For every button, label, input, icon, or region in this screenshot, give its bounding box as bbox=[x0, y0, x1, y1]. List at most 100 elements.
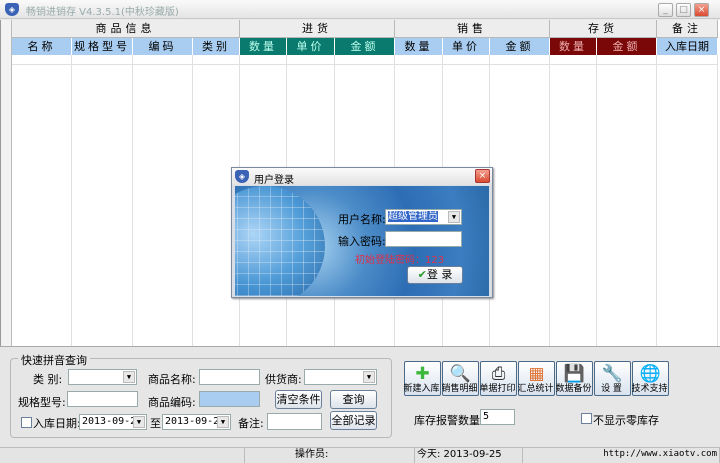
toolbar-button-label: 销售明细 bbox=[441, 384, 478, 394]
row-header-gutter bbox=[1, 20, 12, 346]
column-header[interactable]: 类别 bbox=[193, 38, 240, 55]
toolbar-button-label: 单据打印 bbox=[479, 384, 516, 394]
wrench-icon: 🔧 bbox=[601, 364, 624, 384]
status-segment-empty bbox=[0, 447, 245, 463]
note-input[interactable] bbox=[267, 413, 322, 430]
table-row[interactable] bbox=[12, 64, 718, 65]
column-group-header: 销售 bbox=[395, 20, 550, 38]
column-header[interactable]: 入库日期 bbox=[657, 38, 718, 55]
login-button[interactable]: ✔登 录 bbox=[407, 266, 463, 284]
column-header[interactable]: 数量 bbox=[240, 38, 287, 55]
minimize-button[interactable]: _ bbox=[658, 3, 673, 17]
app-logo-icon: ◈ bbox=[235, 170, 249, 183]
query-button[interactable]: 查询 bbox=[330, 390, 377, 409]
column-header[interactable]: 编码 bbox=[133, 38, 193, 55]
alert-quantity-label: 库存报警数量: bbox=[414, 414, 484, 427]
globe-image bbox=[235, 186, 325, 296]
chevron-down-icon[interactable]: ▼ bbox=[217, 416, 229, 428]
name-label: 商品名称: bbox=[148, 373, 196, 386]
hide-zero-stock-checkbox[interactable] bbox=[581, 413, 592, 424]
search-group-title: 快速拼音查询 bbox=[18, 352, 90, 368]
spec-input[interactable] bbox=[67, 391, 138, 407]
date-from-picker[interactable]: 2013-09-25 ▼ bbox=[79, 414, 147, 430]
column-header[interactable]: 单价 bbox=[287, 38, 335, 55]
toolbar-button-label: 数据备份 bbox=[555, 384, 592, 394]
column-header[interactable]: 金额 bbox=[490, 38, 550, 55]
column-header[interactable]: 数量 bbox=[550, 38, 597, 55]
toolbar-button-plus[interactable]: ✚ 新建入库 bbox=[403, 361, 441, 396]
close-button[interactable]: × bbox=[694, 3, 709, 17]
column-divider bbox=[549, 55, 550, 346]
initial-password-hint: 初始登陆密码：123 bbox=[355, 255, 445, 266]
chevron-down-icon[interactable]: ▼ bbox=[123, 371, 135, 383]
operator-status: 操作员: bbox=[245, 447, 415, 463]
column-divider bbox=[132, 55, 133, 346]
name-input[interactable] bbox=[199, 369, 260, 385]
column-divider bbox=[656, 55, 657, 346]
chevron-down-icon[interactable]: ▼ bbox=[363, 371, 375, 383]
column-group-header: 进货 bbox=[240, 20, 395, 38]
website-link[interactable]: http://www.xiaotv.com bbox=[523, 447, 720, 463]
toolbar-button-label: 新建入库 bbox=[403, 384, 440, 394]
login-button-label: 登 录 bbox=[426, 268, 453, 281]
column-header[interactable]: 规格型号 bbox=[72, 38, 133, 55]
date-label: 入库日期: bbox=[33, 417, 81, 430]
code-label: 商品编码: bbox=[148, 396, 196, 409]
spec-label: 规格型号: bbox=[18, 396, 66, 409]
toolbar-button-printer[interactable]: ⎙ 单据打印 bbox=[479, 361, 517, 396]
title-bar: ◈ 畅销进销存 V4.3.5.1(中秋珍藏版) _ □ × bbox=[0, 0, 720, 19]
login-dialog-title: 用户登录 bbox=[254, 175, 294, 186]
username-select[interactable]: 超级管理员 ▼ bbox=[385, 209, 462, 225]
password-input[interactable] bbox=[385, 231, 462, 247]
column-header[interactable]: 数量 bbox=[395, 38, 443, 55]
column-header[interactable]: 单价 bbox=[443, 38, 490, 55]
column-divider bbox=[717, 55, 718, 346]
toolbar-button-calendar[interactable]: ▦ 汇总统计 bbox=[517, 361, 555, 396]
checkmark-icon: ✔ bbox=[417, 268, 427, 281]
column-group-header: 存货 bbox=[550, 20, 657, 38]
hide-zero-stock-label: 不显示零库存 bbox=[593, 414, 659, 427]
column-group-header: 商品信息 bbox=[12, 20, 240, 38]
today-status: 今天: 2013-09-25 bbox=[415, 447, 523, 463]
chevron-down-icon[interactable]: ▼ bbox=[133, 416, 145, 428]
alert-quantity-input[interactable]: 5 bbox=[480, 409, 515, 425]
to-label: 至 bbox=[150, 417, 161, 430]
toolbar-button-floppy[interactable]: 💾 数据备份 bbox=[555, 361, 593, 396]
clear-conditions-button[interactable]: 清空条件 bbox=[275, 390, 322, 409]
category-select[interactable]: ▼ bbox=[68, 369, 137, 385]
username-value: 超级管理员 bbox=[388, 211, 438, 222]
column-divider bbox=[71, 55, 72, 346]
login-dialog-titlebar: ◈ 用户登录 × bbox=[232, 168, 492, 186]
toolbar-button-globe[interactable]: 🌐 技术支持 bbox=[631, 361, 669, 396]
supplier-label: 供货商: bbox=[265, 373, 302, 386]
login-close-button[interactable]: × bbox=[475, 169, 490, 183]
column-divider bbox=[192, 55, 193, 346]
toolbar-button-label: 汇总统计 bbox=[517, 384, 554, 394]
code-input[interactable] bbox=[199, 391, 260, 407]
printer-icon: ⎙ bbox=[491, 364, 506, 384]
login-dialog: ◈ 用户登录 × 用户名称: 超级管理员 ▼ 输入密码: 初始登陆密码：123 ✔… bbox=[231, 167, 493, 298]
plus-icon: ✚ bbox=[415, 364, 430, 384]
all-records-button[interactable]: 全部记录 bbox=[330, 411, 377, 430]
app-logo-icon: ◈ bbox=[5, 3, 19, 16]
date-filter-checkbox[interactable] bbox=[21, 417, 32, 428]
floppy-icon: 💾 bbox=[563, 364, 586, 384]
maximize-button[interactable]: □ bbox=[676, 3, 691, 17]
column-header[interactable]: 名称 bbox=[12, 38, 72, 55]
chevron-down-icon[interactable]: ▼ bbox=[448, 211, 460, 223]
column-group-header: 备注 bbox=[657, 20, 718, 38]
column-divider bbox=[596, 55, 597, 346]
toolbar-button-magnifier[interactable]: 🔍 销售明细 bbox=[441, 361, 479, 396]
username-label: 用户名称: bbox=[338, 213, 386, 226]
column-header[interactable]: 金额 bbox=[597, 38, 657, 55]
toolbar-button-wrench[interactable]: 🔧 设 置 bbox=[594, 361, 631, 396]
magnifier-icon: 🔍 bbox=[449, 364, 472, 384]
category-label: 类 别: bbox=[33, 373, 63, 386]
toolbar-button-label: 技术支持 bbox=[631, 384, 668, 394]
window-title: 畅销进销存 V4.3.5.1(中秋珍藏版) bbox=[26, 7, 179, 18]
calendar-icon: ▦ bbox=[528, 364, 545, 384]
globe-icon: 🌐 bbox=[639, 364, 662, 384]
column-header[interactable]: 金额 bbox=[335, 38, 395, 55]
supplier-select[interactable]: ▼ bbox=[304, 369, 377, 385]
date-to-picker[interactable]: 2013-09-25 ▼ bbox=[162, 414, 231, 430]
